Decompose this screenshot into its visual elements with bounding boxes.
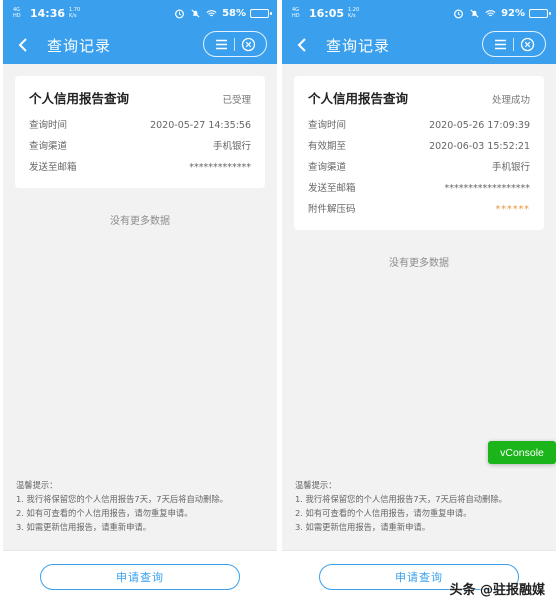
- row-label: 有效期至: [308, 141, 347, 152]
- page-title: 查询记录: [47, 36, 112, 55]
- tip-line: 2. 如有可查看的个人信用报告，请勿重复申请。: [16, 508, 193, 518]
- status-time: 16:05: [309, 6, 345, 20]
- no-more-data: 没有更多数据: [389, 258, 449, 269]
- close-miniapp-button[interactable]: [519, 35, 537, 53]
- row-value: 2020-05-26 17:09:39: [429, 120, 530, 131]
- close-miniapp-button[interactable]: [240, 35, 258, 53]
- footer: 申请查询: [3, 550, 277, 602]
- row-value: 2020-06-03 15:52:21: [429, 141, 530, 152]
- row-label: 查询时间: [308, 120, 347, 131]
- record-status: 已受理: [222, 95, 251, 106]
- row-label: 附件解压码: [308, 204, 356, 215]
- wifi-icon: [206, 9, 217, 16]
- chevron-left-icon: [18, 38, 27, 52]
- battery-icon: [529, 8, 551, 18]
- tip-line: 2. 如有可查看的个人信用报告，请勿重复申请。: [295, 508, 472, 518]
- row-label: 发送至邮箱: [308, 183, 356, 194]
- tip-line: 3. 如需更新信用报告，请重新申请。: [295, 522, 431, 532]
- tip-line: 3. 如需更新信用报告，请重新申请。: [16, 522, 152, 532]
- nav-bar: 查询记录: [282, 26, 556, 64]
- status-bar: 4G HD 16:05 1.20 K/s 92%: [282, 0, 556, 26]
- row-value: 手机银行: [212, 141, 251, 152]
- menu-icon: [215, 39, 227, 49]
- miniapp-capsule: [203, 31, 267, 57]
- row-label: 发送至邮箱: [29, 162, 77, 173]
- close-circle-icon: [521, 37, 535, 51]
- tips-heading: 温馨提示：: [16, 480, 58, 490]
- record-title: 个人信用报告查询: [308, 91, 409, 106]
- menu-icon: [494, 39, 506, 49]
- row-label: 查询时间: [29, 120, 68, 131]
- network-hd: HD: [13, 13, 21, 19]
- nav-bar: 查询记录: [3, 26, 277, 64]
- network-indicator: 4G HD: [13, 7, 27, 19]
- page-title: 查询记录: [326, 36, 391, 55]
- status-bar: 4G HD 14:36 1.70 K/s 58%: [3, 0, 277, 26]
- battery-icon: [250, 8, 272, 18]
- mute-icon: [470, 8, 479, 18]
- tips: 温馨提示： 1. 我行将保留您的个人信用报告7天，7天后将自动删除。 2. 如有…: [295, 478, 507, 534]
- row-value: ******************: [444, 183, 531, 194]
- back-button[interactable]: [292, 35, 312, 55]
- record-title: 个人信用报告查询: [29, 91, 130, 106]
- apply-query-button[interactable]: 申请查询: [40, 563, 240, 590]
- record-row: 查询时间 2020-05-27 14:35:56: [29, 115, 251, 136]
- status-time: 14:36: [30, 6, 66, 20]
- wifi-icon: [485, 9, 496, 16]
- alarm-icon: [175, 9, 185, 18]
- no-more-data: 没有更多数据: [110, 216, 170, 227]
- back-button[interactable]: [13, 35, 33, 55]
- row-value: 手机银行: [491, 162, 530, 173]
- alarm-icon: [454, 9, 464, 18]
- record-row: 查询时间 2020-05-26 17:09:39: [308, 115, 530, 136]
- mute-icon: [191, 8, 200, 18]
- miniapp-capsule: [482, 31, 546, 57]
- tips: 温馨提示： 1. 我行将保留您的个人信用报告7天，7天后将自动删除。 2. 如有…: [16, 478, 228, 534]
- tips-heading: 温馨提示：: [295, 480, 337, 490]
- tip-line: 1. 我行将保留您的个人信用报告7天，7天后将自动删除。: [16, 494, 228, 504]
- close-circle-icon: [242, 37, 256, 51]
- menu-button[interactable]: [212, 35, 230, 53]
- menu-button[interactable]: [491, 35, 509, 53]
- network-indicator: 4G HD: [292, 7, 306, 19]
- row-value: *************: [189, 162, 251, 173]
- record-card[interactable]: 个人信用报告查询 处理成功 查询时间 2020-05-26 17:09:39 有…: [294, 76, 544, 230]
- watermark: 头条 @驻报融媒: [449, 583, 545, 598]
- record-row: 有效期至 2020-06-03 15:52:21: [308, 136, 530, 157]
- battery-percent: 58%: [222, 7, 246, 19]
- record-row: 查询渠道 手机银行: [29, 136, 251, 157]
- network-speed: 1.70 K/s: [69, 7, 80, 19]
- record-row: 查询渠道 手机银行: [308, 157, 530, 178]
- chevron-left-icon: [297, 38, 306, 52]
- record-row: 发送至邮箱 ******************: [308, 178, 530, 199]
- screen-left: 4G HD 14:36 1.70 K/s 58% 查询记录 个人信用报告查询 已…: [3, 0, 277, 602]
- vconsole-button[interactable]: vConsole: [488, 441, 556, 464]
- record-row: 附件解压码 ******: [308, 199, 530, 220]
- row-value: 2020-05-27 14:35:56: [150, 120, 251, 131]
- record-card[interactable]: 个人信用报告查询 已受理 查询时间 2020-05-27 14:35:56 查询…: [15, 76, 265, 188]
- network-speed: 1.20 K/s: [348, 7, 359, 19]
- record-status: 处理成功: [491, 95, 530, 106]
- unzip-code-value[interactable]: ******: [496, 199, 531, 220]
- network-hd: HD: [292, 13, 300, 19]
- network-speed-unit: K/s: [348, 13, 356, 19]
- record-row: 发送至邮箱 *************: [29, 157, 251, 178]
- battery-percent: 92%: [501, 7, 525, 19]
- network-speed-unit: K/s: [69, 13, 77, 19]
- row-label: 查询渠道: [29, 141, 68, 152]
- screen-right: 4G HD 16:05 1.20 K/s 92% 查询记录 个人信用报告查询 处…: [282, 0, 556, 602]
- tip-line: 1. 我行将保留您的个人信用报告7天，7天后将自动删除。: [295, 494, 507, 504]
- row-label: 查询渠道: [308, 162, 347, 173]
